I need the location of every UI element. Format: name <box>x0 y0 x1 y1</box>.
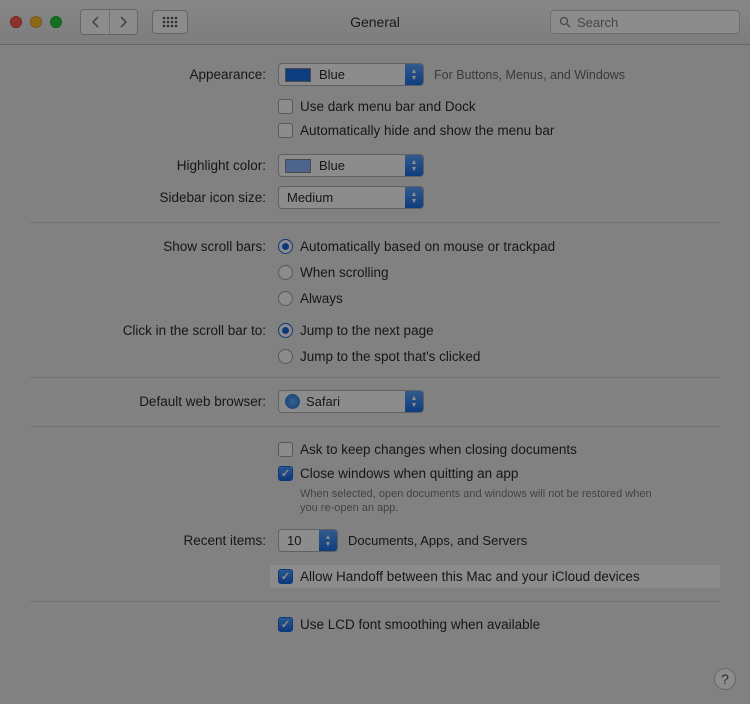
search-icon <box>559 16 571 28</box>
highlight-select[interactable]: Blue ▲▼ <box>278 154 424 177</box>
sidebar-icon-value: Medium <box>279 190 339 205</box>
zoom-window-button[interactable] <box>50 16 62 28</box>
scroll-always-label: Always <box>300 291 343 306</box>
highlight-label: Highlight color: <box>30 154 278 173</box>
dark-menu-bar-label: Use dark menu bar and Dock <box>300 99 476 114</box>
recent-items-value: 10 <box>279 533 307 548</box>
scroll-when-scrolling-label: When scrolling <box>300 265 389 280</box>
browser-select[interactable]: Safari ▲▼ <box>278 390 424 413</box>
updown-icon: ▲▼ <box>319 530 337 551</box>
scroll-auto-label: Automatically based on mouse or trackpad <box>300 239 555 254</box>
scroll-auto-radio[interactable] <box>278 239 293 254</box>
handoff-row: Allow Handoff between this Mac and your … <box>270 565 720 588</box>
ask-to-keep-label: Ask to keep changes when closing documen… <box>300 442 577 457</box>
divider <box>30 377 720 378</box>
lcd-smoothing-checkbox[interactable] <box>278 617 293 632</box>
auto-hide-menu-bar-label: Automatically hide and show the menu bar <box>300 123 554 138</box>
handoff-label: Allow Handoff between this Mac and your … <box>300 569 640 584</box>
traffic-lights <box>10 16 62 28</box>
scroll-when-scrolling-radio[interactable] <box>278 265 293 280</box>
close-windows-hint: When selected, open documents and window… <box>300 487 660 515</box>
nav-buttons <box>80 9 138 35</box>
jump-next-page-radio[interactable] <box>278 323 293 338</box>
ask-to-keep-checkbox[interactable] <box>278 442 293 457</box>
back-button[interactable] <box>81 10 109 34</box>
search-field[interactable]: Search <box>550 10 740 34</box>
forward-button[interactable] <box>109 10 137 34</box>
updown-icon: ▲▼ <box>405 391 423 412</box>
appearance-select[interactable]: Blue ▲▼ <box>278 63 424 86</box>
updown-icon: ▲▼ <box>405 155 423 176</box>
lcd-smoothing-label: Use LCD font smoothing when available <box>300 617 540 632</box>
updown-icon: ▲▼ <box>405 64 423 85</box>
handoff-checkbox[interactable] <box>278 569 293 584</box>
close-windows-checkbox[interactable] <box>278 466 293 481</box>
browser-label: Default web browser: <box>30 390 278 409</box>
search-placeholder: Search <box>577 15 618 30</box>
jump-spot-radio[interactable] <box>278 349 293 364</box>
help-button[interactable]: ? <box>714 668 736 690</box>
divider <box>30 222 720 223</box>
content: Appearance: Blue ▲▼ For Buttons, Menus, … <box>0 45 750 664</box>
updown-icon: ▲▼ <box>405 187 423 208</box>
divider <box>30 426 720 427</box>
scroll-always-radio[interactable] <box>278 291 293 306</box>
minimize-window-button[interactable] <box>30 16 42 28</box>
highlight-value: Blue <box>317 158 351 173</box>
recent-items-select[interactable]: 10 ▲▼ <box>278 529 338 552</box>
sidebar-icon-label: Sidebar icon size: <box>30 186 278 205</box>
appearance-value: Blue <box>317 67 351 82</box>
close-windows-label: Close windows when quitting an app <box>300 466 518 481</box>
browser-value: Safari <box>304 394 346 409</box>
jump-next-page-label: Jump to the next page <box>300 323 434 338</box>
recent-items-suffix: Documents, Apps, and Servers <box>348 533 527 548</box>
titlebar: General Search <box>0 0 750 45</box>
show-all-button[interactable] <box>152 10 188 34</box>
jump-spot-label: Jump to the spot that's clicked <box>300 349 480 364</box>
close-window-button[interactable] <box>10 16 22 28</box>
appearance-label: Appearance: <box>30 63 278 82</box>
recent-items-label: Recent items: <box>30 529 278 548</box>
dark-menu-bar-checkbox[interactable] <box>278 99 293 114</box>
safari-icon <box>285 394 300 409</box>
appearance-hint: For Buttons, Menus, and Windows <box>434 68 625 82</box>
divider <box>30 601 720 602</box>
scroll-bars-label: Show scroll bars: <box>30 235 278 254</box>
sidebar-icon-select[interactable]: Medium ▲▼ <box>278 186 424 209</box>
scroll-click-label: Click in the scroll bar to: <box>30 319 278 338</box>
highlight-swatch <box>285 159 311 173</box>
appearance-swatch <box>285 68 311 82</box>
auto-hide-menu-bar-checkbox[interactable] <box>278 123 293 138</box>
